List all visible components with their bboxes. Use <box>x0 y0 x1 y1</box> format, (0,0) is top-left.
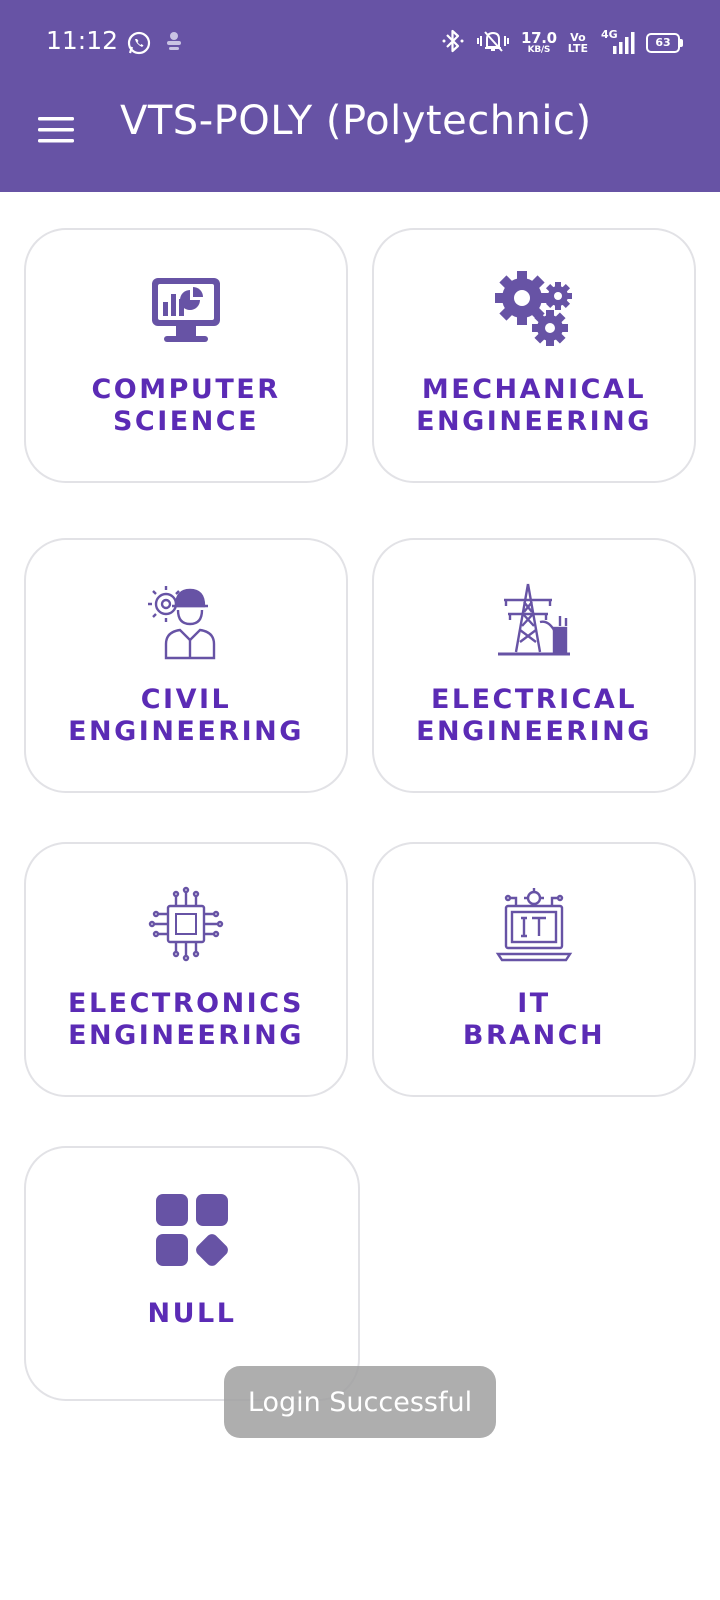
branch-label-line2: SCIENCE <box>112 406 260 437</box>
status-time: 11:12 <box>46 26 119 55</box>
branch-label-line1: NULL <box>147 1298 237 1329</box>
branch-card-computer-science[interactable]: COMPUTER SCIENCE <box>24 228 348 483</box>
toast-login-successful: Login Successful <box>224 1366 496 1438</box>
branch-label: ELECTRONICS ENGINEERING <box>68 988 304 1052</box>
hamburger-menu-icon <box>36 115 76 149</box>
branch-label: CIVIL ENGINEERING <box>68 684 304 748</box>
branch-label: ELECTRICAL ENGINEERING <box>416 684 652 748</box>
toolbar: VTS-POLY (Polytechnic) <box>0 86 720 192</box>
network-speed-value: 17.0 <box>520 28 557 47</box>
bluetooth-icon <box>441 28 465 58</box>
branch-card-electronics-engineering[interactable]: ELECTRONICS ENGINEERING <box>24 842 348 1097</box>
gears-icon <box>494 270 574 350</box>
toast-message: Login Successful <box>247 1386 473 1418</box>
branch-label-line1: ELECTRONICS <box>68 988 304 1019</box>
app-root: 11:12 17.0 KB/S Vo LTE 4G 63 VTS-POLY (P… <box>0 0 720 1600</box>
notification-app-icon <box>164 30 184 60</box>
power-tower-icon <box>494 580 574 660</box>
network-speed-unit: KB/S <box>527 44 551 55</box>
branch-card-mechanical-engineering[interactable]: MECHANICAL ENGINEERING <box>372 228 696 483</box>
status-left-icons <box>126 30 184 60</box>
branch-label-line2: ENGINEERING <box>68 1020 304 1051</box>
network-type: 4G <box>601 28 618 41</box>
branch-label-line2: ENGINEERING <box>68 716 304 747</box>
branch-label-line1: IT <box>517 988 551 1019</box>
it-laptop-icon <box>494 884 574 964</box>
signal-icon: 4G <box>599 28 635 56</box>
status-right-icons: 17.0 KB/S Vo LTE 4G 63 <box>441 28 683 58</box>
app-header: 11:12 17.0 KB/S Vo LTE 4G 63 VTS-POLY (P… <box>0 0 720 192</box>
branch-card-it-branch[interactable]: IT BRANCH <box>372 842 696 1097</box>
branch-card-electrical-engineering[interactable]: ELECTRICAL ENGINEERING <box>372 538 696 793</box>
branch-label-line2: ENGINEERING <box>416 716 652 747</box>
branch-label-line1: COMPUTER <box>91 374 281 405</box>
battery-icon: 63 <box>646 33 683 53</box>
apps-grid-icon <box>152 1190 232 1270</box>
network-speed: 17.0 KB/S <box>520 28 557 55</box>
microchip-icon <box>146 884 226 964</box>
branch-label: MECHANICAL ENGINEERING <box>416 374 652 438</box>
volte-indicator: Vo LTE <box>568 32 588 54</box>
branch-label-line1: CIVIL <box>140 684 232 715</box>
branch-label-line2: BRANCH <box>462 1020 606 1051</box>
branch-label-line1: MECHANICAL <box>421 374 647 405</box>
volte-bottom: LTE <box>567 42 588 55</box>
branch-card-null[interactable]: NULL <box>24 1146 360 1401</box>
branch-label-line1: ELECTRICAL <box>430 684 638 715</box>
branch-label: NULL <box>148 1298 237 1330</box>
branch-label-line2: ENGINEERING <box>416 406 652 437</box>
branch-label: COMPUTER SCIENCE <box>91 374 280 438</box>
app-title: VTS-POLY (Polytechnic) <box>120 98 592 144</box>
vibrate-mute-icon <box>476 28 510 58</box>
hamburger-menu-button[interactable] <box>30 106 82 158</box>
status-bar: 11:12 17.0 KB/S Vo LTE 4G 63 <box>0 0 720 86</box>
branch-label: IT BRANCH <box>463 988 605 1052</box>
engineer-worker-icon <box>146 580 226 660</box>
branch-card-civil-engineering[interactable]: CIVIL ENGINEERING <box>24 538 348 793</box>
whatsapp-icon <box>126 30 152 60</box>
computer-dashboard-icon <box>146 270 226 350</box>
